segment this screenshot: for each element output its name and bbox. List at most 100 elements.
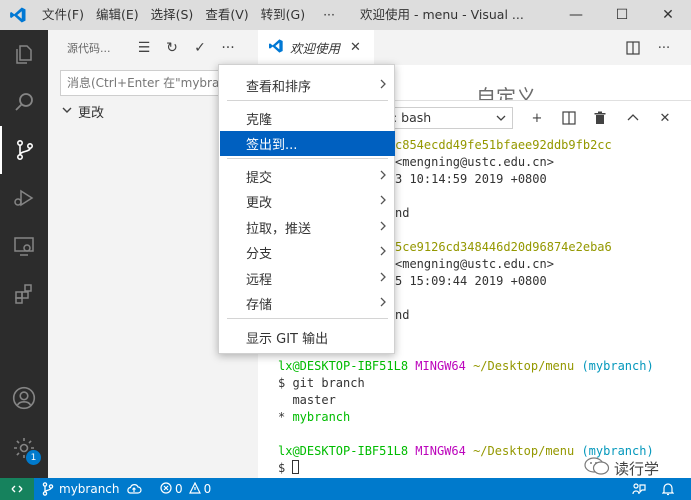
menu-separator [227, 158, 388, 159]
split-editor-icon[interactable] [622, 37, 644, 59]
terminal-text: master [278, 393, 336, 407]
terminal-line: <mengning@ustc.edu.cn> [395, 154, 554, 171]
status-bar: mybranch 0 0 [0, 478, 691, 500]
terminal-text: (mybranch) [574, 359, 654, 373]
tab-label: 欢迎使用 [290, 41, 341, 56]
trash-icon[interactable] [589, 107, 611, 129]
editor-more-actions-button[interactable]: ··· [653, 37, 675, 59]
maximize-button[interactable]: ☐ [599, 0, 645, 30]
maximize-panel-icon[interactable] [622, 107, 644, 129]
terminal-line: c854ecdd49fe51bfaee92ddb9fb2cc [395, 137, 612, 154]
feedback-icon[interactable] [632, 478, 646, 500]
sync-cloud-icon[interactable] [126, 478, 142, 500]
editor-tabs: 欢迎使用 ✕ ··· [258, 30, 691, 65]
terminal-text: 3 10:14:59 2019 +0800 [395, 172, 547, 186]
warning-count: 0 [203, 482, 212, 496]
context-menu-item[interactable]: 查看和排序 [220, 73, 395, 98]
terminal-line: master [278, 392, 336, 409]
vscode-logo-icon [0, 0, 36, 30]
remote-explorer-icon[interactable] [0, 222, 48, 270]
menu-edit[interactable]: 编辑(E) [90, 0, 145, 30]
close-window-button[interactable]: ✕ [645, 0, 691, 30]
extensions-icon[interactable] [0, 270, 48, 318]
terminal-text: MINGW64 [408, 359, 466, 373]
terminal-text: nd [395, 206, 410, 220]
sidebar-title: 源代码... [67, 41, 111, 55]
watermark: 读行学 [584, 456, 659, 480]
vscode-tab-icon [268, 38, 284, 58]
context-menu-item[interactable]: 更改 [220, 189, 395, 214]
terminal-line: 5ce9126cd348446d20d96874e2eba6 [395, 239, 612, 256]
context-menu-item-label: 查看和排序 [246, 80, 312, 95]
menu-view[interactable]: 查看(V) [199, 0, 254, 30]
terminal-text: lx@DESKTOP-IBF51L8 [278, 444, 409, 458]
tab-close-icon[interactable]: ✕ [350, 40, 361, 55]
select-chevron-icon [496, 108, 506, 128]
minimize-button[interactable]: — [553, 0, 599, 30]
terminal-text: 5ce9126cd348446d20d96874e2eba6 [395, 240, 612, 254]
commit-button[interactable]: ✓ [189, 37, 211, 59]
terminal-select[interactable]: 1: bash [378, 107, 513, 129]
problems-status[interactable]: 0 0 [160, 478, 211, 500]
error-icon [160, 481, 172, 497]
menu-separator [227, 318, 388, 319]
remote-indicator-icon[interactable] [0, 478, 34, 500]
welcome-customize-heading: 自定义 [476, 85, 536, 100]
chevron-right-icon [379, 219, 387, 237]
context-menu-item[interactable]: 分支 [220, 240, 395, 265]
context-menu-item[interactable]: 远程 [220, 266, 395, 291]
terminal-text: c854ecdd49fe51bfaee92ddb9fb2cc [395, 138, 612, 152]
chevron-right-icon [379, 77, 387, 95]
run-debug-icon[interactable] [0, 174, 48, 222]
refresh-button[interactable]: ↻ [161, 37, 183, 59]
branch-icon [42, 482, 54, 496]
watermark-text: 读行学 [614, 459, 660, 478]
error-count: 0 [175, 482, 183, 496]
context-menu-item-label: 更改 [246, 196, 273, 211]
terminal-text: * [278, 410, 293, 424]
chevron-right-icon [379, 244, 387, 262]
chevron-right-icon [379, 193, 387, 211]
activity-bar: 1 [0, 30, 48, 478]
settings-gear-icon[interactable]: 1 [0, 424, 48, 472]
chevron-right-icon [379, 270, 387, 288]
chevron-down-icon [62, 104, 72, 119]
close-panel-icon[interactable]: ✕ [654, 107, 676, 129]
context-menu-item[interactable]: 签出到... [220, 131, 395, 156]
split-terminal-icon[interactable] [558, 107, 580, 129]
context-menu-item[interactable]: 存储 [220, 291, 395, 316]
context-menu-item[interactable]: 提交 [220, 164, 395, 189]
context-menu-item-label: 远程 [246, 273, 273, 288]
source-control-icon[interactable] [0, 126, 48, 174]
more-actions-button[interactable]: ··· [217, 37, 239, 59]
context-menu-item[interactable]: 显示 GIT 输出 [220, 325, 395, 350]
menu-selection[interactable]: 选择(S) [145, 0, 200, 30]
tab-welcome[interactable]: 欢迎使用 ✕ [258, 30, 374, 65]
view-as-tree-button[interactable]: ☰ [133, 37, 155, 59]
branch-status[interactable]: mybranch [42, 478, 120, 500]
context-menu-item[interactable]: 拉取，推送 [220, 215, 395, 240]
changes-group-label: 更改 [78, 105, 105, 121]
menu-more[interactable]: ··· [317, 0, 341, 30]
branch-name: mybranch [59, 482, 120, 496]
account-icon[interactable] [0, 374, 48, 422]
new-terminal-button[interactable]: + [526, 107, 548, 129]
terminal-line: nd [395, 205, 409, 222]
search-icon[interactable] [0, 78, 48, 126]
terminal-text: <mengning@ustc.edu.cn> [395, 257, 554, 271]
context-menu-item[interactable]: 克隆 [220, 106, 395, 131]
menu-file[interactable]: 文件(F) [36, 0, 90, 30]
window-title: 欢迎使用 - menu - Visual ... [360, 7, 524, 22]
menu-bar: 文件(F) 编辑(E) 选择(S) 查看(V) 转到(G) ··· [36, 0, 341, 30]
explorer-files-icon[interactable] [0, 30, 48, 78]
menu-separator [227, 100, 388, 101]
title-bar: 文件(F) 编辑(E) 选择(S) 查看(V) 转到(G) ··· 欢迎使用 -… [0, 0, 691, 30]
context-menu-item-label: 存储 [246, 298, 273, 313]
terminal-line: <mengning@ustc.edu.cn> [395, 256, 554, 273]
settings-badge: 1 [26, 450, 41, 465]
terminal-line: 3 10:14:59 2019 +0800 [395, 171, 547, 188]
terminal-line: lx@DESKTOP-IBF51L8 MINGW64 ~/Desktop/men… [278, 358, 654, 375]
menu-go[interactable]: 转到(G) [255, 0, 311, 30]
terminal-line: 5 15:09:44 2019 +0800 [395, 273, 547, 290]
notifications-bell-icon[interactable] [662, 478, 674, 500]
